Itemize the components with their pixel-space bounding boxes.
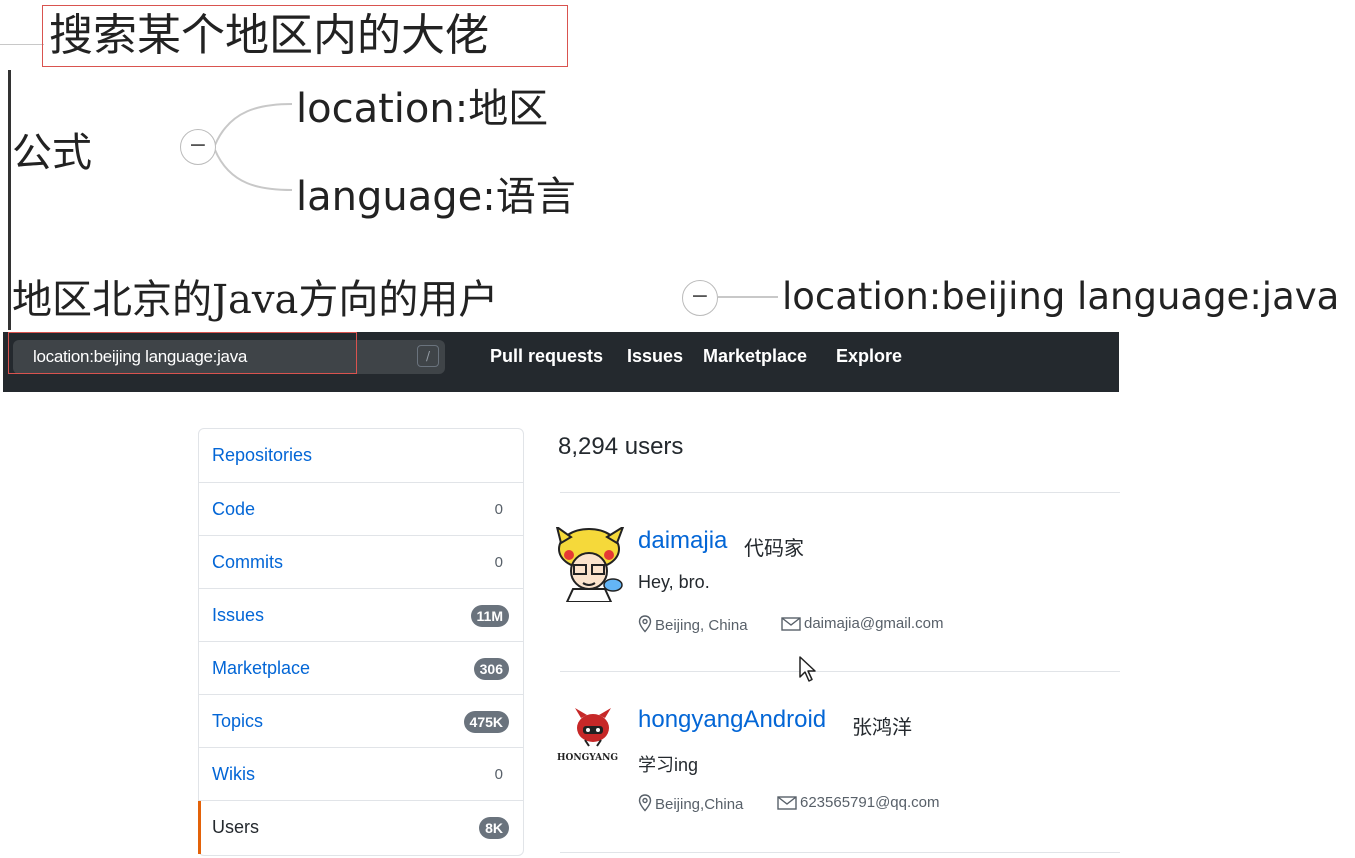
- sidebar-item-commits[interactable]: Commits 0: [199, 535, 523, 588]
- user-login-link[interactable]: hongyangAndroid: [638, 706, 826, 734]
- user-login-link[interactable]: daimajia: [638, 527, 727, 555]
- user-full-name: 张鸿洋: [852, 717, 912, 739]
- user-email-link[interactable]: daimajia@gmail.com: [804, 615, 943, 632]
- avatar[interactable]: [555, 527, 625, 602]
- user-email-link[interactable]: 623565791@qq.com: [800, 794, 940, 811]
- user-result-item: daimajia 代码家 Hey, bro. Beijing, China da…: [555, 527, 1120, 677]
- nav-marketplace[interactable]: Marketplace: [703, 332, 807, 380]
- github-header: location:beijing language:java / Pull re…: [3, 332, 1119, 392]
- sidebar-item-count: 0: [494, 554, 503, 571]
- search-type-sidebar: Repositories Code 0 Commits 0 Issues 11M…: [198, 428, 524, 856]
- sidebar-item-wikis[interactable]: Wikis 0: [199, 747, 523, 800]
- sidebar-item-label: Topics: [212, 711, 264, 731]
- results-count-heading: 8,294 users: [558, 433, 684, 460]
- slash-shortcut-hint: /: [417, 345, 439, 367]
- sidebar-item-issues[interactable]: Issues 11M: [199, 588, 523, 641]
- sidebar-item-topics[interactable]: Topics 475K: [199, 694, 523, 747]
- sidebar-item-label: Users: [212, 817, 260, 837]
- sidebar-item-label: Code: [212, 499, 256, 519]
- example-branch-query: location:beijing language:java: [782, 275, 1340, 318]
- user-email: daimajia@gmail.com: [781, 615, 943, 632]
- sidebar-item-code[interactable]: Code 0: [199, 482, 523, 535]
- formula-node: 公式: [12, 130, 92, 176]
- user-location-text: Beijing, China: [655, 617, 748, 634]
- sidebar-count-badge: 475K: [463, 711, 509, 733]
- sidebar-item-label: Marketplace: [212, 658, 311, 678]
- search-highlight-box: [8, 332, 357, 374]
- location-pin-icon: [638, 794, 652, 812]
- sidebar-item-users[interactable]: Users 8K: [198, 800, 523, 854]
- formula-branch-language: language:语言: [296, 174, 576, 220]
- collapse-formula-button[interactable]: −: [180, 129, 216, 165]
- sidebar-item-repositories[interactable]: Repositories: [199, 429, 523, 482]
- sidebar-item-label: Issues: [212, 605, 265, 625]
- user-location-text: Beijing,China: [655, 796, 744, 813]
- results-divider: [560, 671, 1120, 672]
- user-email: 623565791@qq.com: [777, 794, 940, 811]
- collapse-example-button[interactable]: −: [682, 280, 718, 316]
- user-result-item: HONGYANG hongyangAndroid 张鸿洋 学习ing Beiji…: [555, 706, 1120, 856]
- sidebar-item-marketplace[interactable]: Marketplace 306: [199, 641, 523, 694]
- example-node: 地区北京的Java方向的用户: [12, 277, 499, 323]
- hongyang-logo-text: HONGYANG: [557, 753, 618, 763]
- formula-branch-location: location:地区: [296, 86, 549, 132]
- user-full-name: 代码家: [744, 538, 804, 560]
- avatar[interactable]: HONGYANG: [555, 706, 625, 781]
- results-divider: [560, 492, 1120, 493]
- nav-issues[interactable]: Issues: [627, 332, 683, 380]
- results-divider: [560, 852, 1120, 853]
- user-bio: Hey, bro.: [638, 572, 710, 592]
- sidebar-count-badge: 8K: [479, 817, 509, 839]
- sidebar-item-label: Wikis: [212, 764, 255, 784]
- sidebar-item-label: Repositories: [212, 445, 313, 465]
- user-location: Beijing,China: [638, 794, 743, 813]
- mouse-cursor-icon: [799, 656, 816, 682]
- mail-icon: [777, 796, 797, 810]
- sidebar-item-count: 0: [494, 766, 503, 783]
- nav-pull-requests[interactable]: Pull requests: [490, 332, 603, 380]
- sidebar-item-label: Commits: [212, 552, 283, 572]
- sidebar-count-badge: 306: [473, 658, 509, 680]
- sidebar-item-count: 0: [494, 501, 503, 518]
- nav-explore[interactable]: Explore: [836, 332, 902, 380]
- sidebar-count-badge: 11M: [470, 605, 509, 627]
- user-location: Beijing, China: [638, 615, 748, 634]
- mail-icon: [781, 617, 801, 631]
- location-pin-icon: [638, 615, 652, 633]
- user-bio: 学习ing: [638, 755, 699, 775]
